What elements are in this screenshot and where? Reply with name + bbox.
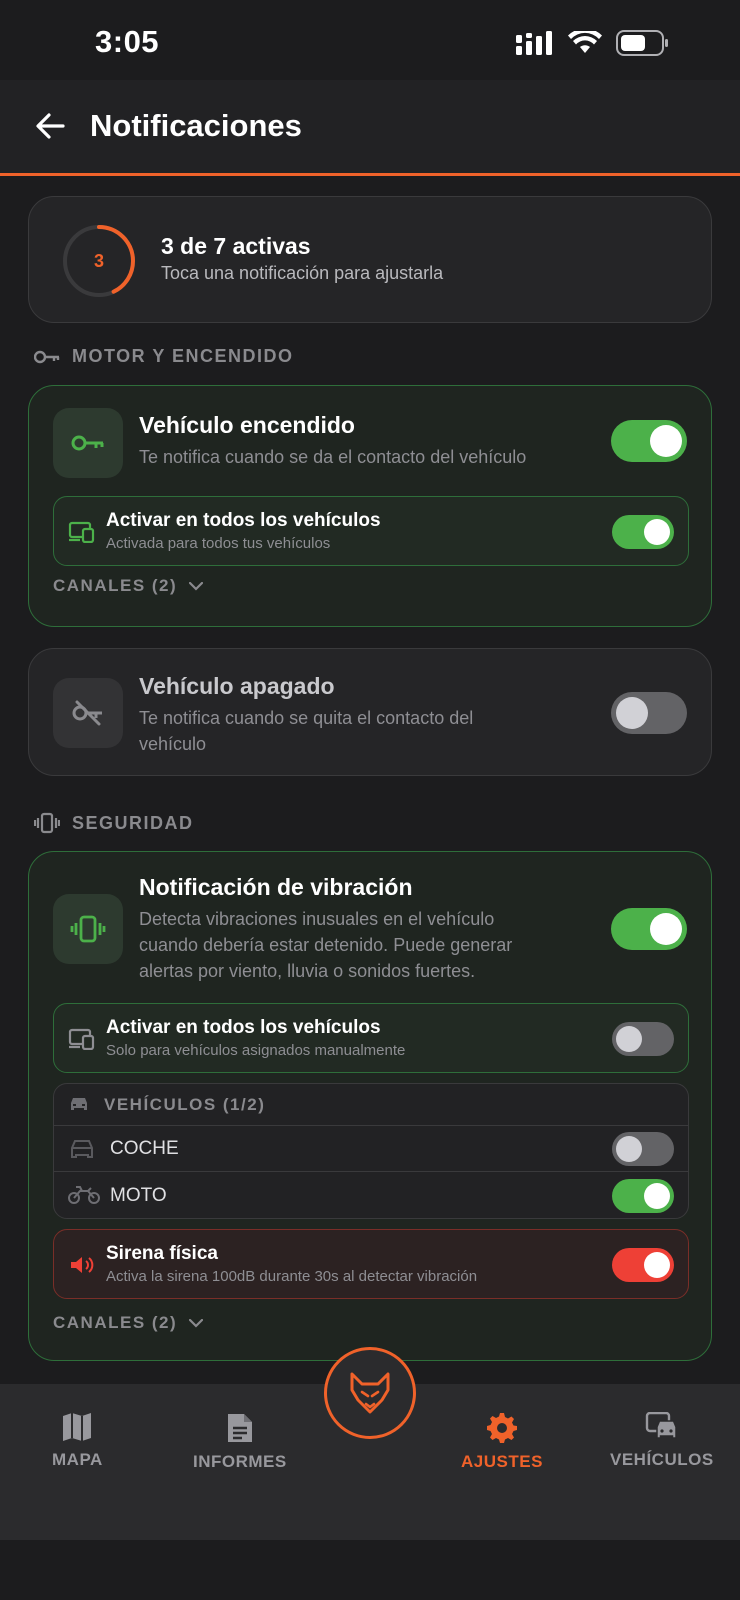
document-icon bbox=[227, 1414, 252, 1442]
cellular-signal-icon bbox=[516, 31, 554, 60]
vehicles-header-label: VEHÍCULOS (1/2) bbox=[104, 1095, 266, 1114]
section-security: SEGURIDAD bbox=[34, 812, 194, 834]
vehicle-on-toggle[interactable] bbox=[611, 420, 687, 462]
nav-item-vehiculos[interactable]: VEHÍCULOS bbox=[610, 1412, 714, 1470]
wolf-logo-icon bbox=[350, 1372, 390, 1414]
home-logo-button[interactable] bbox=[324, 1347, 416, 1439]
notification-title: Vehículo encendido bbox=[139, 412, 355, 438]
all-vehicles-title: Activar en todos los vehículos bbox=[106, 1017, 381, 1038]
vehicle-row-coche[interactable]: COCHE bbox=[54, 1126, 688, 1172]
section-label-text: MOTOR Y ENCENDIDO bbox=[72, 346, 294, 366]
arrow-left-icon bbox=[36, 113, 65, 139]
vehicle-coche-toggle[interactable] bbox=[612, 1132, 674, 1166]
nav-label: MAPA bbox=[52, 1450, 103, 1469]
siren-toggle[interactable] bbox=[612, 1248, 674, 1282]
vibration-toggle[interactable] bbox=[611, 908, 687, 950]
all-vehicles-row[interactable]: Activar en todos los vehículos Solo para… bbox=[53, 1003, 689, 1073]
channels-expander[interactable]: CANALES (2) bbox=[53, 1313, 204, 1333]
notification-title: Notificación de vibración bbox=[139, 874, 413, 900]
summary-card: 3 3 de 7 activas Toca una notificación p… bbox=[28, 196, 712, 323]
speaker-icon bbox=[68, 1253, 96, 1277]
status-time: 3:05 bbox=[95, 24, 160, 59]
notification-description-1: Te notifica cuando se quita el contacto … bbox=[139, 708, 474, 728]
status-icons bbox=[516, 28, 670, 61]
vehicle-moto-toggle[interactable] bbox=[612, 1179, 674, 1213]
all-vehicles-toggle[interactable] bbox=[612, 1022, 674, 1056]
chevron-down-icon bbox=[189, 581, 204, 591]
vehicle-off-toggle[interactable] bbox=[611, 692, 687, 734]
all-vehicles-title: Activar en todos los vehículos bbox=[106, 510, 381, 531]
key-icon bbox=[53, 408, 123, 478]
all-vehicles-subtitle: Activada para todos tus vehículos bbox=[106, 535, 331, 552]
battery-icon bbox=[616, 30, 670, 61]
vehicles-icon bbox=[645, 1412, 677, 1439]
all-vehicles-toggle[interactable] bbox=[612, 515, 674, 549]
summary-title: 3 de 7 activas bbox=[161, 233, 311, 259]
notification-vibration[interactable]: Notificación de vibración Detecta vibrac… bbox=[28, 851, 712, 1361]
motorcycle-icon bbox=[68, 1185, 100, 1205]
siren-row[interactable]: Sirena física Activa la sirena 100dB dur… bbox=[53, 1229, 689, 1299]
siren-title: Sirena física bbox=[106, 1243, 218, 1264]
devices-icon bbox=[68, 520, 96, 544]
nav-label: INFORMES bbox=[193, 1452, 287, 1471]
gear-icon bbox=[486, 1413, 517, 1443]
car-icon bbox=[68, 1095, 90, 1113]
active-count: 3 bbox=[93, 250, 104, 271]
channels-label: CANALES (2) bbox=[53, 576, 178, 595]
vehicles-list: VEHÍCULOS (1/2) COCHE MOTO bbox=[53, 1083, 689, 1219]
nav-label: AJUSTES bbox=[461, 1452, 543, 1471]
channels-expander[interactable]: CANALES (2) bbox=[53, 576, 204, 596]
notification-vehicle-off[interactable]: Vehículo apagado Te notifica cuando se q… bbox=[28, 648, 712, 776]
app-header: Notificaciones bbox=[0, 80, 740, 176]
vibration-icon bbox=[34, 812, 60, 834]
section-label-text: SEGURIDAD bbox=[72, 812, 194, 833]
nav-label: VEHÍCULOS bbox=[610, 1450, 714, 1469]
summary-subtitle: Toca una notificación para ajustarla bbox=[161, 263, 444, 283]
wifi-icon bbox=[568, 28, 602, 60]
vehicle-row-moto[interactable]: MOTO bbox=[54, 1173, 688, 1219]
settings-content[interactable]: 3 3 de 7 activas Toca una notificación p… bbox=[0, 176, 740, 1384]
all-vehicles-subtitle: Solo para vehículos asignados manualment… bbox=[106, 1042, 406, 1059]
notification-description: Te notifica cuando se da el contacto del… bbox=[139, 447, 527, 467]
map-icon bbox=[63, 1413, 92, 1441]
notification-description-1: Detecta vibraciones inusuales en el vehí… bbox=[139, 909, 495, 929]
nav-item-informes[interactable]: INFORMES bbox=[193, 1412, 287, 1472]
notification-description-3: alertas por viento, lluvia o sonidos fue… bbox=[139, 961, 476, 981]
notification-description-2: cuando debería estar detenido. Puede gen… bbox=[139, 935, 513, 955]
section-motor: MOTOR Y ENCENDIDO bbox=[34, 346, 294, 367]
siren-subtitle: Activa la sirena 100dB durante 30s al de… bbox=[106, 1268, 478, 1285]
vehicle-name: COCHE bbox=[110, 1138, 179, 1159]
back-button[interactable] bbox=[32, 108, 68, 144]
car-icon bbox=[68, 1138, 96, 1160]
status-bar: 3:05 bbox=[0, 0, 740, 80]
key-icon bbox=[34, 350, 60, 363]
devices-icon bbox=[68, 1027, 96, 1051]
nav-item-mapa[interactable]: MAPA bbox=[52, 1412, 103, 1470]
channels-label: CANALES (2) bbox=[53, 1313, 178, 1332]
vibration-icon bbox=[53, 894, 123, 964]
nav-item-ajustes[interactable]: AJUSTES bbox=[461, 1412, 543, 1472]
notification-description-2: vehículo bbox=[139, 734, 207, 754]
home-indicator-area bbox=[0, 1540, 740, 1600]
page-title: Notificaciones bbox=[90, 108, 302, 143]
all-vehicles-row[interactable]: Activar en todos los vehículos Activada … bbox=[53, 496, 689, 566]
vehicles-header: VEHÍCULOS (1/2) bbox=[54, 1084, 688, 1126]
vehicle-name: MOTO bbox=[110, 1185, 167, 1206]
notification-vehicle-on[interactable]: Vehículo encendido Te notifica cuando se… bbox=[28, 385, 712, 627]
chevron-down-icon bbox=[189, 1318, 204, 1328]
key-off-icon bbox=[53, 678, 123, 748]
notification-title: Vehículo apagado bbox=[139, 673, 335, 699]
